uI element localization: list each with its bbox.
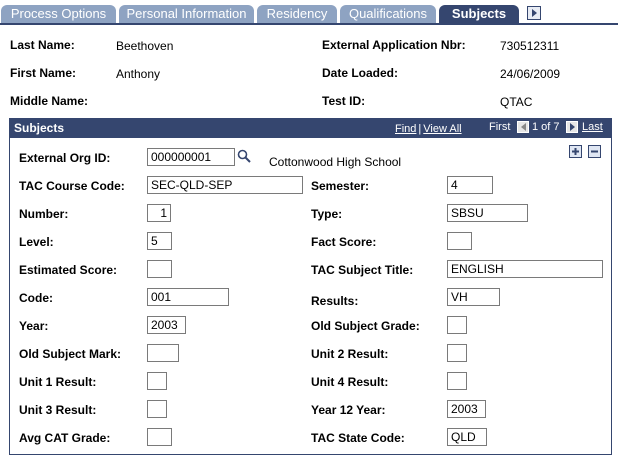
number-label: Number:	[19, 207, 69, 221]
level-label: Level:	[19, 235, 54, 249]
tab-baseline	[0, 23, 618, 25]
next-row-button[interactable]	[566, 121, 578, 133]
year-12-year-input[interactable]: 2003	[447, 400, 486, 418]
magnifier-icon	[237, 149, 251, 163]
year-12-year-label: Year 12 Year:	[311, 403, 386, 417]
external-application-nbr-value: 730512311	[500, 39, 560, 53]
unit-1-result-input[interactable]	[147, 372, 167, 390]
semester-input[interactable]: 4	[447, 176, 493, 194]
grid-title: Subjects	[14, 121, 65, 135]
tac-state-code-label: TAC State Code:	[311, 431, 405, 445]
grid-links: Find | View All	[395, 123, 462, 135]
level-input[interactable]: 5	[147, 232, 172, 250]
grid-header-bar: Subjects Find | View All First 1 of 7 Last	[10, 119, 611, 138]
estimated-score-input[interactable]	[147, 260, 172, 278]
link-separator: |	[418, 123, 422, 135]
unit-3-result-input[interactable]	[147, 400, 167, 418]
old-subject-mark-input[interactable]	[147, 344, 179, 362]
tab-bar: Process Options Personal Information Res…	[0, 5, 618, 25]
code-label: Code:	[19, 291, 53, 305]
last-name-value: Beethoven	[116, 39, 174, 53]
number-input[interactable]: 1	[147, 204, 171, 222]
unit-1-result-label: Unit 1 Result:	[19, 375, 97, 389]
code-input[interactable]: 001	[147, 288, 229, 306]
middle-name-label: Middle Name:	[10, 94, 89, 108]
tac-course-code-label: TAC Course Code:	[19, 179, 125, 193]
unit-4-result-label: Unit 4 Result:	[311, 375, 389, 389]
external-application-nbr-label: External Application Nbr:	[322, 38, 466, 52]
tab-scroll-right-button[interactable]	[527, 6, 541, 20]
tab-residency[interactable]: Residency	[257, 5, 337, 23]
tab-process-options[interactable]: Process Options	[1, 5, 116, 23]
first-name-label: First Name:	[10, 66, 77, 80]
fact-score-input[interactable]	[447, 232, 472, 250]
first-name-value: Anthony	[116, 67, 161, 81]
delete-row-button[interactable]	[588, 145, 601, 158]
arrow-right-icon	[532, 9, 537, 17]
last-name-label: Last Name:	[10, 38, 75, 52]
row-position: 1 of 7	[532, 121, 560, 133]
unit-4-result-input[interactable]	[447, 372, 467, 390]
previous-row-button[interactable]	[517, 121, 529, 133]
tac-state-code-input[interactable]: QLD	[447, 428, 487, 446]
subjects-grid: Subjects Find | View All First 1 of 7 Last…	[9, 118, 612, 455]
estimated-score-label: Estimated Score:	[19, 263, 118, 277]
minus-icon	[591, 150, 598, 153]
year-input[interactable]: 2003	[147, 316, 186, 334]
tac-course-code-input[interactable]: SEC-QLD-SEP	[147, 176, 303, 194]
last-link[interactable]: Last	[582, 121, 603, 133]
semester-label: Semester:	[311, 179, 370, 193]
results-input[interactable]: VH	[447, 288, 500, 306]
first-link[interactable]: First	[489, 121, 510, 133]
arrow-right-icon	[570, 123, 575, 131]
old-subject-grade-input[interactable]	[447, 316, 467, 334]
arrow-left-icon	[521, 123, 526, 131]
unit-3-result-label: Unit 3 Result:	[19, 403, 97, 417]
old-subject-grade-label: Old Subject Grade:	[311, 319, 420, 333]
add-row-button[interactable]	[569, 145, 582, 158]
test-id-value: QTAC	[500, 95, 533, 109]
avg-cat-grade-input[interactable]	[147, 428, 172, 446]
external-org-id-input[interactable]: 000000001	[147, 148, 235, 166]
org-name-text: Cottonwood High School	[269, 155, 402, 169]
results-label: Results:	[311, 294, 359, 308]
find-link[interactable]: Find	[395, 123, 416, 135]
avg-cat-grade-label: Avg CAT Grade:	[19, 431, 111, 445]
tac-subject-title-input[interactable]: ENGLISH	[447, 260, 603, 278]
date-loaded-label: Date Loaded:	[322, 66, 399, 80]
unit-2-result-label: Unit 2 Result:	[311, 347, 389, 361]
tac-subject-title-label: TAC Subject Title:	[311, 263, 414, 277]
external-org-id-label: External Org ID:	[19, 151, 111, 165]
type-input[interactable]: SBSU	[447, 204, 528, 222]
org-lookup-button[interactable]	[237, 149, 251, 166]
tab-personal-information[interactable]: Personal Information	[119, 5, 254, 23]
tab-qualifications[interactable]: Qualifications	[340, 5, 436, 23]
view-all-link[interactable]: View All	[423, 123, 461, 135]
fact-score-label: Fact Score:	[311, 235, 377, 249]
test-id-label: Test ID:	[322, 94, 366, 108]
date-loaded-value: 24/06/2009	[500, 67, 561, 81]
tab-subjects[interactable]: Subjects	[439, 5, 519, 25]
plus-icon	[572, 148, 579, 155]
unit-2-result-input[interactable]	[447, 344, 467, 362]
old-subject-mark-label: Old Subject Mark:	[19, 347, 122, 361]
type-label: Type:	[311, 207, 343, 221]
year-label: Year:	[19, 319, 49, 333]
